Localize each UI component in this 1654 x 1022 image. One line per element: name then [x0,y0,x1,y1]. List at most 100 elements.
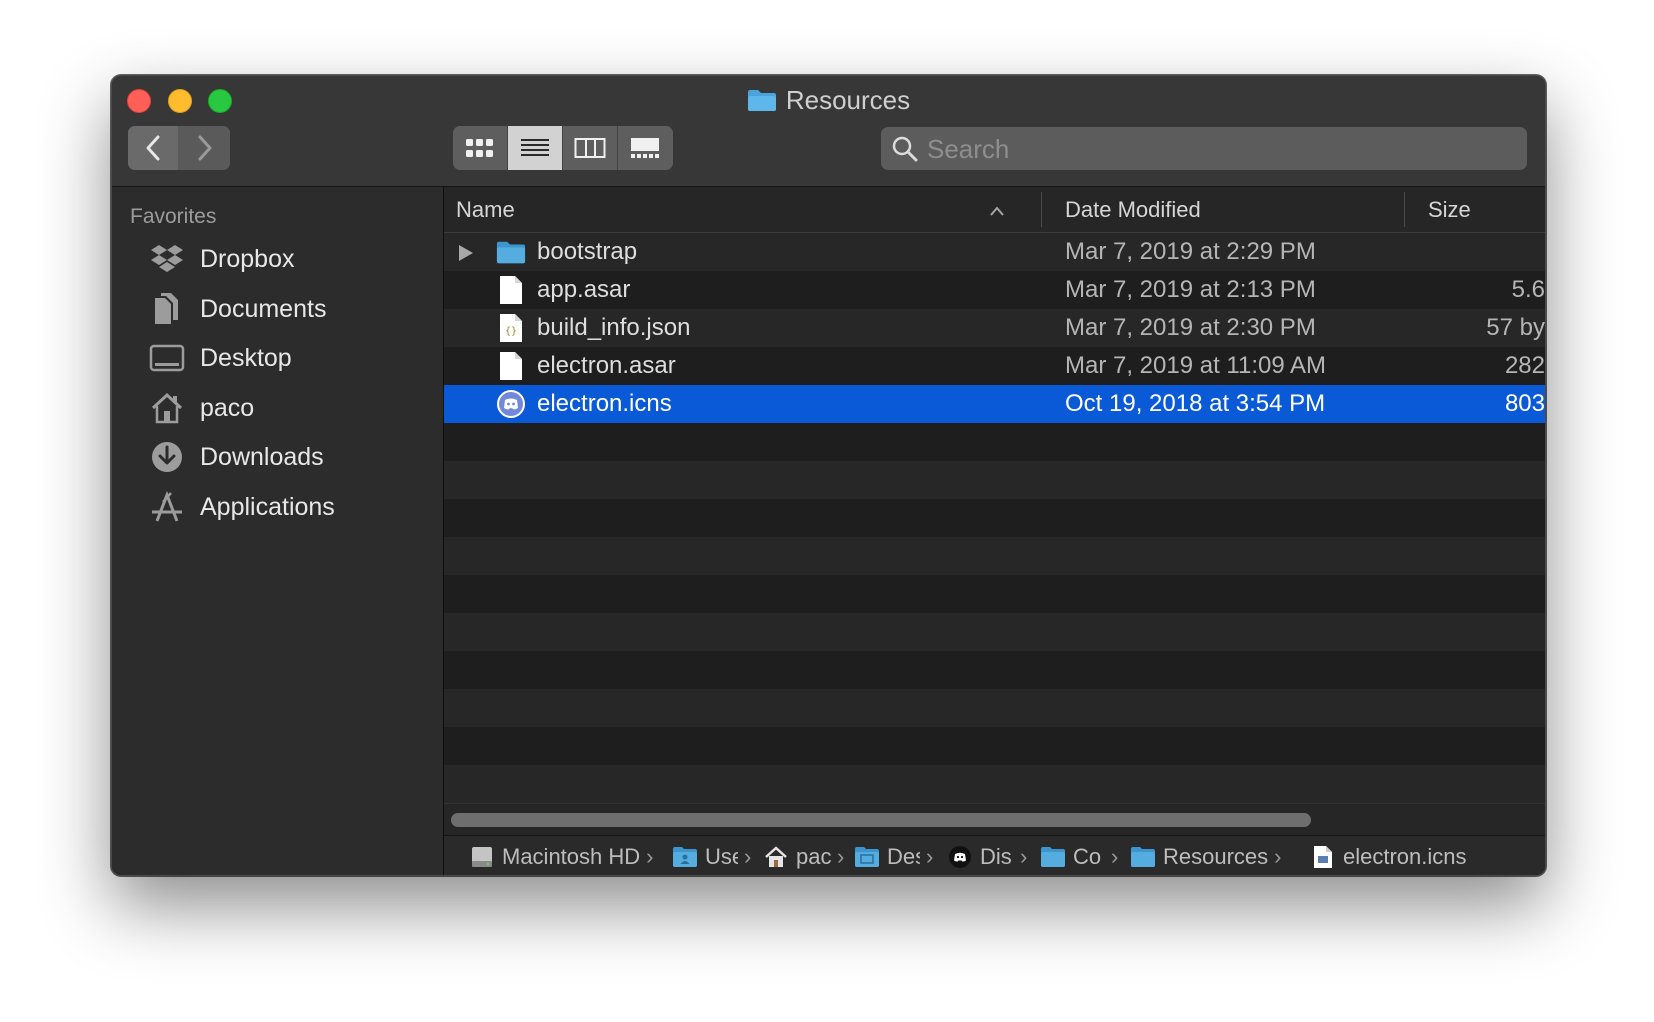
path-item-electron-icns[interactable]: electron.icns [1310,844,1467,870]
sidebar-item-desktop[interactable]: Desktop [148,338,292,378]
column-size-header[interactable]: Size [1428,197,1471,223]
sort-ascending-icon [989,198,1005,224]
file-row[interactable]: app.asar Mar 7, 2019 at 2:13 PM 5.6 [444,271,1545,309]
path-item-discord[interactable]: Dis › [947,844,1027,870]
path-item-users[interactable]: Use › [672,844,751,870]
file-row[interactable]: {} build_info.json Mar 7, 2019 at 2:30 P… [444,309,1545,347]
file-size: 57 by [1486,314,1545,341]
path-item-home[interactable]: pac › [763,844,844,870]
chevron-left-icon [146,135,160,161]
sidebar-heading: Favorites [130,205,217,228]
horizontal-scrollbar[interactable] [444,803,1545,835]
path-item-label: Co [1073,844,1102,869]
path-item-desktop[interactable]: Des › [854,844,933,870]
sidebar-item-paco[interactable]: paco [148,388,254,428]
sidebar-item-downloads[interactable]: Downloads [148,437,324,477]
desktop-icon [148,339,186,377]
sidebar-item-applications[interactable]: Applications [148,487,335,527]
folder-icon [1130,844,1156,870]
file-date: Oct 19, 2018 at 3:54 PM [1065,390,1326,417]
desktop-folder-icon [854,844,880,870]
file-name: app.asar [537,276,631,303]
file-date: Mar 7, 2019 at 2:30 PM [1065,314,1316,341]
path-item-label: electron.icns [1343,844,1467,869]
path-item-resources[interactable]: Resources › [1130,844,1281,870]
chevron-right-icon: › [1020,844,1028,869]
window-title-text: Resources [785,85,911,115]
path-bar: Macintosh HD › Use › pac › [444,835,1545,875]
path-item-macintosh-hd[interactable]: Macintosh HD › [469,844,653,870]
path-item-label: Des [887,844,920,869]
column-view-button[interactable] [563,126,618,170]
empty-row [444,461,1545,499]
empty-row [444,575,1545,613]
path-item-label: Use [705,844,738,869]
file-size: 5.6 [1511,276,1545,303]
sidebar-item-label: paco [200,393,255,422]
sidebar-item-label: Desktop [200,343,292,372]
file-row[interactable]: electron.asar Mar 7, 2019 at 11:09 AM 28… [444,347,1545,385]
file-date: Mar 7, 2019 at 2:13 PM [1065,276,1316,303]
column-date-header[interactable]: Date Modified [1065,197,1201,223]
sidebar-item-label: Dropbox [200,244,295,273]
column-name-header[interactable]: Name [456,197,515,223]
path-item-contents[interactable]: Co › [1040,844,1118,870]
file-row-selected[interactable]: electron.icns Oct 19, 2018 at 3:54 PM 80… [444,385,1545,423]
column-divider[interactable] [1404,192,1405,227]
empty-row [444,423,1545,461]
file-size: 803 [1504,390,1545,417]
chevron-right-icon: › [1111,844,1119,869]
gallery-icon [631,138,659,158]
chevron-right-icon: › [1274,844,1282,869]
empty-row [444,537,1545,575]
users-folder-icon [672,844,698,870]
dropbox-icon [148,240,186,278]
sidebar-item-documents[interactable]: Documents [148,289,326,329]
file-rows: bootstrap Mar 7, 2019 at 2:29 PM app.asa… [444,233,1545,803]
applications-icon [148,488,186,526]
disclosure-triangle-icon[interactable] [457,242,475,270]
gallery-view-button[interactable] [618,126,672,170]
folder-icon [747,88,777,119]
discord-icon [947,844,973,870]
icon-view-button[interactable] [453,126,508,170]
svg-text:{}: {} [505,326,517,337]
grid-icon [466,139,493,157]
file-name: build_info.json [537,314,691,341]
empty-row [444,765,1545,803]
search-field[interactable]: Search [881,127,1527,170]
document-icon [496,351,526,381]
column-divider[interactable] [1041,192,1042,227]
documents-icon [148,290,186,328]
columns-icon [574,138,606,158]
file-row[interactable]: bootstrap Mar 7, 2019 at 2:29 PM [444,233,1545,271]
path-item-label: Macintosh HD [502,844,641,869]
file-name: bootstrap [537,238,638,265]
file-size [1404,238,1545,266]
toolbar: Resources Search [112,76,1545,187]
sidebar-item-label: Downloads [200,442,324,471]
discord-icon [496,389,526,419]
chevron-right-icon: › [837,844,845,869]
empty-row [444,499,1545,537]
scrollbar-thumb[interactable] [451,813,1311,827]
sidebar-item-dropbox[interactable]: Dropbox [148,239,295,279]
file-size: 282 [1504,352,1545,379]
json-file-icon: {} [496,313,526,343]
empty-row [444,727,1545,765]
back-button[interactable] [128,126,178,170]
document-icon [496,275,526,305]
folder-icon [496,237,526,267]
file-date: Mar 7, 2019 at 11:09 AM [1065,352,1327,379]
list-view-button[interactable] [508,126,563,170]
file-list: Name Date Modified Size bootstrap Mar 7,… [444,187,1545,875]
column-header: Name Date Modified Size [444,187,1545,233]
forward-button[interactable] [180,126,230,170]
chevron-right-icon: › [744,844,752,869]
sidebar: Favorites Dropbox Documents Desktop paco [112,187,444,875]
home-icon [148,389,186,427]
file-name: electron.icns [537,390,672,417]
path-item-label: Resources [1163,844,1269,869]
hard-drive-icon [469,844,495,870]
view-switcher [453,126,673,170]
